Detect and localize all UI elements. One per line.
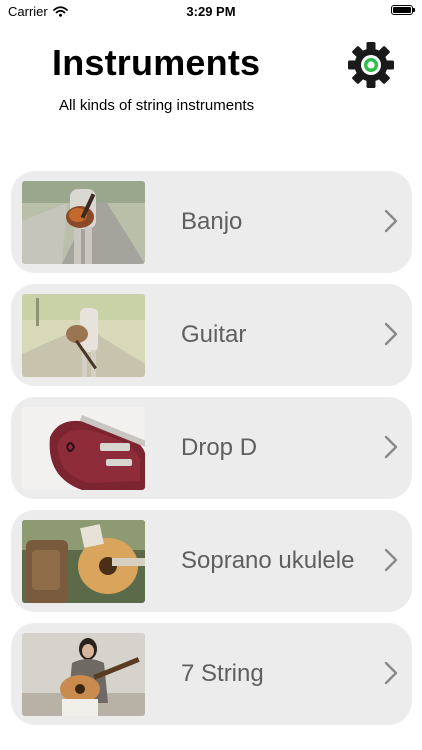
chevron-right-icon — [384, 209, 398, 233]
instrument-name: Drop D — [181, 434, 258, 461]
status-bar: Carrier 3:29 PM — [0, 0, 422, 22]
chevron-right-icon — [384, 661, 398, 685]
status-time: 3:29 PM — [186, 4, 236, 19]
settings-button[interactable] — [346, 40, 396, 90]
page-subtitle: All kinds of string instruments — [59, 97, 255, 114]
chevron-right-icon — [384, 322, 398, 346]
chevron-right-icon — [384, 548, 398, 572]
instrument-photo — [22, 181, 145, 264]
battery-icon — [391, 5, 415, 15]
instrument-name: Guitar — [181, 321, 247, 348]
electric-guitar-photo — [22, 407, 145, 490]
instrument-list: Banjo Guitar Drop D Soprano ukulele 7 St… — [11, 171, 412, 736]
instrument-photo — [22, 294, 145, 377]
instrument-name: 7 String — [181, 660, 264, 687]
instrument-photo — [22, 633, 145, 716]
instrument-photo — [22, 520, 145, 603]
instrument-row-drop-d[interactable]: Drop D — [11, 397, 412, 499]
instrument-row-soprano-ukulele[interactable]: Soprano ukulele — [11, 510, 412, 612]
instrument-row-banjo[interactable]: Banjo — [11, 171, 412, 273]
gear-icon — [348, 42, 394, 88]
instrument-name: Banjo — [181, 208, 243, 235]
chevron-right-icon — [384, 435, 398, 459]
guitar-photo-road — [22, 181, 145, 264]
page-title: Instruments — [52, 42, 261, 83]
instrument-row-guitar[interactable]: Guitar — [11, 284, 412, 386]
instrument-name: Soprano ukulele — [181, 547, 355, 574]
instrument-photo — [22, 407, 145, 490]
ukulele-photo — [22, 520, 145, 603]
guitar-photo-path — [22, 294, 145, 377]
instrument-row-7-string[interactable]: 7 String — [11, 623, 412, 725]
woman-guitar-photo — [22, 633, 145, 716]
